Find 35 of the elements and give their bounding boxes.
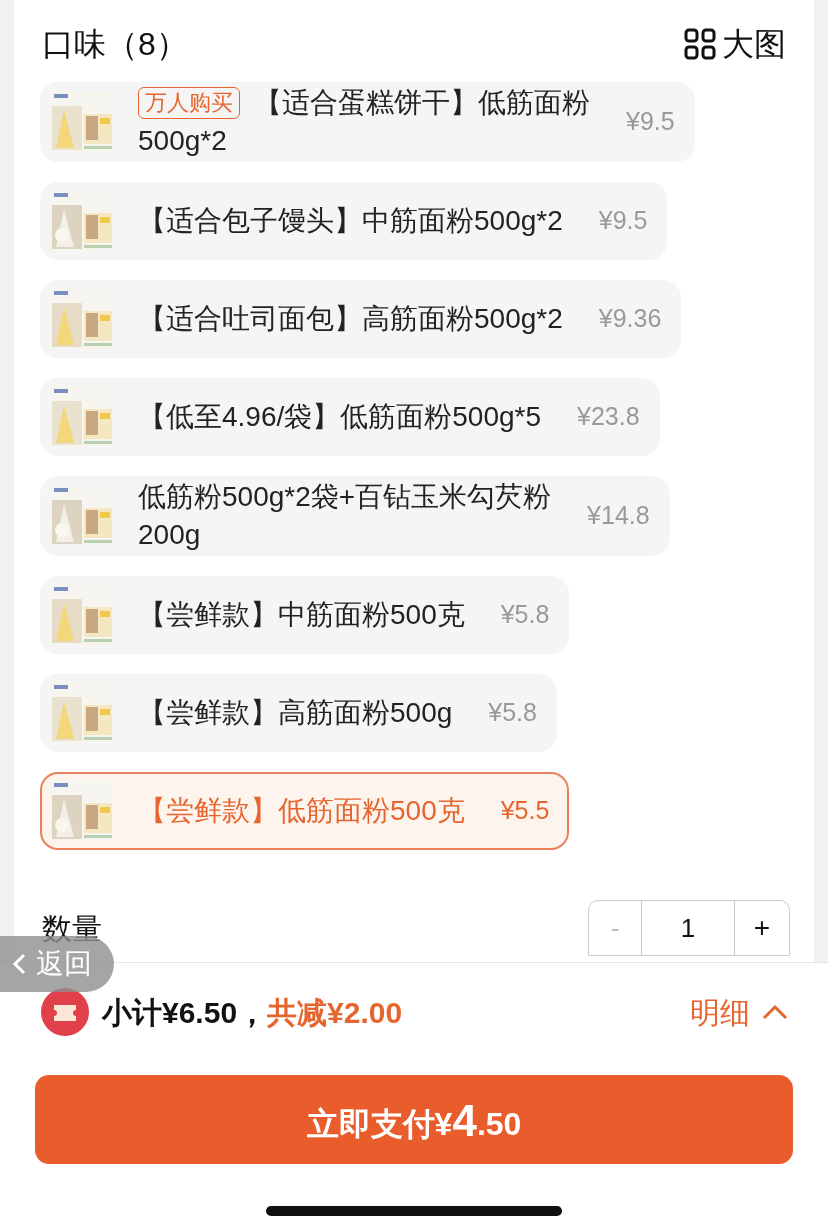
option-price: ¥14.8 [587,500,650,532]
option-price: ¥5.8 [500,599,550,631]
increase-button[interactable]: + [735,901,789,955]
grid-icon [684,28,716,60]
flavor-option[interactable]: 【适合吐司面包】高筋面粉500g*2 ¥9.36 [40,280,682,358]
option-price: ¥9.5 [626,106,675,138]
large-view-toggle[interactable]: 大图 [684,20,786,68]
flavor-option[interactable]: 【尝鲜款】中筋面粉500克 ¥5.8 [40,576,570,654]
flavor-option[interactable]: 【适合包子馒头】中筋面粉500g*2 ¥9.5 [40,182,668,260]
flavor-option[interactable]: 万人购买 【适合蛋糕饼干】低筋面粉 500g*2 ¥9.5 [40,82,695,162]
subtotal-text: 小计¥6.50， [102,994,268,1031]
option-title: 【适合蛋糕饼干】低筋面粉 [254,86,590,120]
option-title: 【适合包子馒头】中筋面粉500g*2 [138,204,563,238]
option-title: 【尝鲜款】高筋面粉500g [138,696,453,730]
flavor-option[interactable]: 【低至4.96/袋】低筋面粉500g*5 ¥23.8 [40,378,660,456]
option-title: 【低至4.96/袋】低筋面粉500g*5 [138,400,542,434]
option-price: ¥9.36 [598,303,662,335]
option-price: ¥23.8 [577,401,640,433]
flavor-option[interactable]: 低筋粉500g*2袋+百钻玉米勾芡粉 200g ¥14.8 [40,476,670,556]
flavor-option[interactable]: 【尝鲜款】高筋面粉500g ¥5.8 [40,674,557,752]
popular-badge: 万人购买 [138,87,240,119]
option-price: ¥5.8 [488,697,537,729]
quantity-value[interactable]: 1 [641,901,735,955]
option-price: ¥5.5 [500,795,550,827]
option-price: ¥9.5 [598,205,648,237]
option-title: 200g [138,518,201,552]
option-title: 【尝鲜款】低筋面粉500克 [138,794,465,828]
option-title: 低筋粉500g*2袋+百钻玉米勾芡粉 [138,480,552,514]
section-title: 口味（8） [42,25,188,64]
back-chevron-icon [12,953,26,975]
option-title: 【适合吐司面包】高筋面粉500g*2 [138,302,563,336]
option-title: 500g*2 [138,124,227,158]
chevron-up-icon [762,1004,788,1020]
option-title: 【尝鲜款】中筋面粉500克 [138,598,465,632]
discount-text: 共减¥2.00 [267,994,403,1031]
